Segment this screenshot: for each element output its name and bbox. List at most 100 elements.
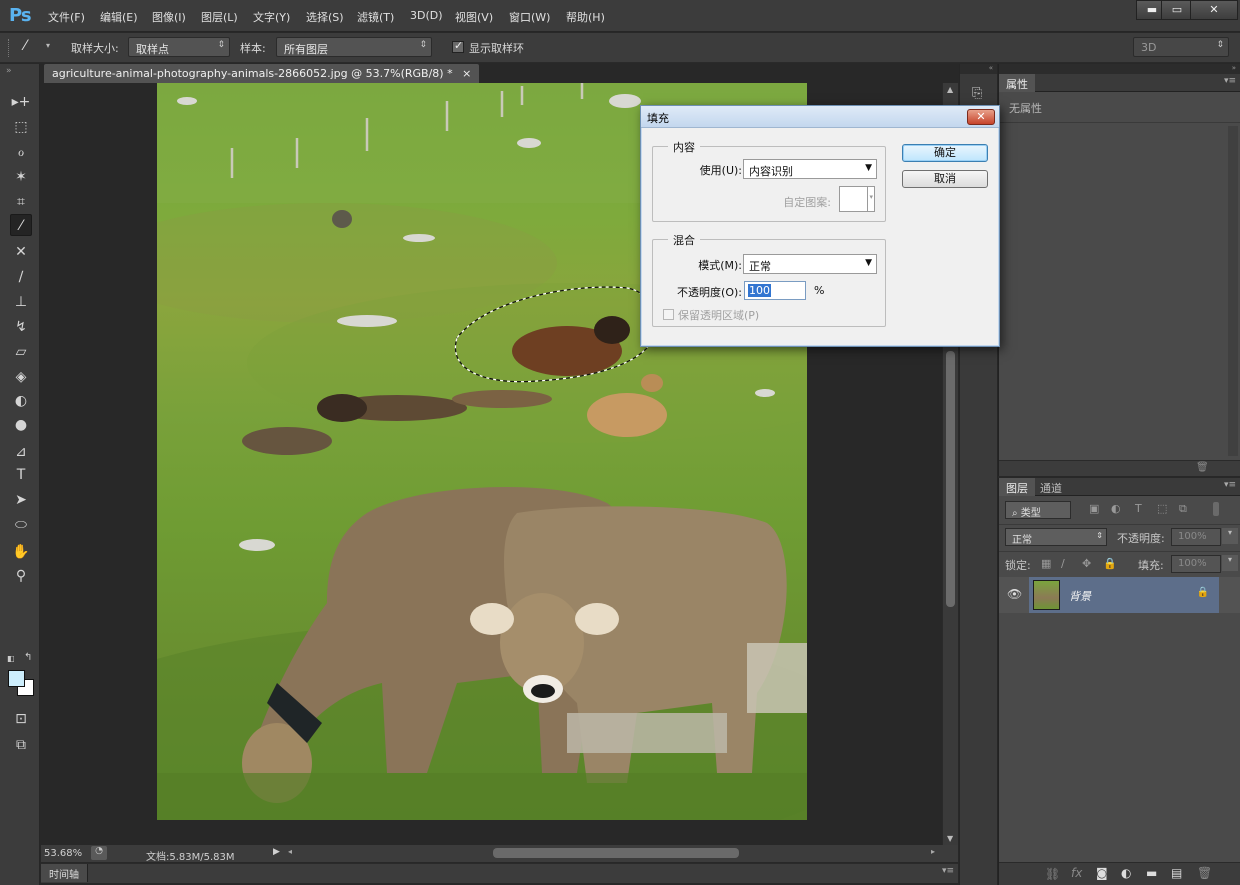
tab-layers[interactable]: 图层 bbox=[999, 478, 1035, 496]
healing-brush-tool-icon[interactable]: ✕ bbox=[10, 241, 32, 263]
dialog-close-button[interactable]: ✕ bbox=[967, 109, 995, 125]
menu-edit[interactable]: 编辑(E) bbox=[100, 9, 138, 25]
custom-pattern-picker[interactable]: ▾ bbox=[839, 186, 875, 212]
blur-tool-icon[interactable]: ◐ bbox=[10, 390, 32, 412]
default-colors-icon[interactable]: ◧ bbox=[7, 654, 15, 663]
eraser-tool-icon[interactable]: ▱ bbox=[10, 341, 32, 363]
screen-mode-icon[interactable]: ⧉ bbox=[10, 734, 32, 756]
maximize-button[interactable]: ▭ bbox=[1161, 0, 1193, 20]
menu-3d[interactable]: 3D(D) bbox=[410, 9, 443, 22]
magic-wand-tool-icon[interactable]: ✶ bbox=[10, 166, 32, 188]
trash-icon[interactable]: 🗑 bbox=[1196, 462, 1209, 473]
collapse-panels-icon[interactable]: » bbox=[999, 64, 1240, 74]
type-tool-icon[interactable]: T bbox=[10, 464, 32, 486]
status-menu-arrow-icon[interactable]: ▶ bbox=[273, 847, 280, 857]
menu-help[interactable]: 帮助(H) bbox=[566, 9, 605, 25]
link-layers-icon[interactable]: ⛓ bbox=[1045, 867, 1060, 881]
visibility-eye-icon[interactable]: 👁 bbox=[1007, 587, 1022, 601]
scroll-left-icon[interactable]: ◂ bbox=[288, 847, 292, 856]
timeline-tab[interactable]: 时间轴 bbox=[41, 864, 88, 882]
new-group-icon[interactable]: ▬ bbox=[1146, 866, 1157, 880]
preserve-transparency-checkbox[interactable] bbox=[663, 309, 674, 320]
lasso-tool-icon[interactable]: ℴ bbox=[10, 141, 32, 163]
new-layer-icon[interactable]: ▤ bbox=[1171, 866, 1182, 880]
tool-preset-chevron-icon[interactable]: ▾ bbox=[46, 41, 50, 50]
menu-file[interactable]: 文件(F) bbox=[48, 9, 85, 25]
sample-select[interactable]: 所有图层 ⇕ bbox=[276, 37, 432, 57]
marquee-tool-icon[interactable]: ⬚ bbox=[10, 116, 32, 138]
close-window-button[interactable]: ✕ bbox=[1190, 0, 1238, 20]
dialog-titlebar[interactable]: 填充 ✕ bbox=[641, 106, 999, 128]
smart-object-filter-icon[interactable]: ⧉ bbox=[1179, 502, 1187, 516]
move-tool-icon[interactable]: ▸+ bbox=[10, 91, 32, 113]
pen-tool-icon[interactable]: ⊿ bbox=[10, 441, 32, 463]
document-tab[interactable]: agriculture-animal-photography-animals-2… bbox=[44, 64, 480, 83]
add-mask-icon[interactable]: ◙ bbox=[1096, 866, 1108, 880]
horizontal-scroll-thumb[interactable] bbox=[493, 848, 739, 858]
hand-tool-icon[interactable]: ✋ bbox=[10, 541, 32, 563]
menu-image[interactable]: 图像(I) bbox=[152, 9, 186, 25]
chevron-down-icon[interactable]: ▾ bbox=[1222, 528, 1238, 544]
vertical-scroll-thumb[interactable] bbox=[946, 351, 955, 607]
layer-filter-select[interactable]: ⌕ 类型 bbox=[1005, 501, 1071, 519]
swap-colors-icon[interactable]: ↰ bbox=[24, 652, 32, 663]
ok-button[interactable]: 确定 bbox=[902, 144, 988, 162]
properties-scrollbar[interactable] bbox=[1228, 126, 1238, 456]
type-filter-icon[interactable]: T bbox=[1135, 502, 1142, 515]
tab-channels[interactable]: 通道 bbox=[1033, 478, 1069, 496]
lock-all-icon[interactable]: 🔒 bbox=[1103, 557, 1117, 570]
shape-filter-icon[interactable]: ⬚ bbox=[1157, 502, 1167, 515]
clone-stamp-tool-icon[interactable]: ⊥ bbox=[10, 291, 32, 313]
layer-fill-field[interactable]: 100% ▾ bbox=[1171, 555, 1238, 573]
quick-mask-icon[interactable]: ⊡ bbox=[10, 708, 32, 730]
opacity-input[interactable]: 100 bbox=[744, 281, 806, 300]
menu-filter[interactable]: 滤镜(T) bbox=[357, 9, 394, 25]
eyedropper-tool-icon[interactable]: ⁄ bbox=[10, 214, 32, 236]
adjustment-filter-icon[interactable]: ◐ bbox=[1111, 502, 1121, 515]
scroll-right-icon[interactable]: ▸ bbox=[931, 847, 935, 856]
fx-icon[interactable]: fx bbox=[1071, 866, 1082, 880]
adjustment-layer-icon[interactable]: ◐ bbox=[1121, 866, 1131, 880]
layer-row[interactable]: 👁 背景 🔒 bbox=[999, 577, 1240, 613]
menu-layer[interactable]: 图层(L) bbox=[201, 9, 238, 25]
dodge-tool-icon[interactable]: ● bbox=[10, 414, 32, 436]
filter-toggle-switch[interactable] bbox=[1213, 502, 1219, 516]
sample-size-select[interactable]: 取样点 ⇕ bbox=[128, 37, 230, 57]
close-tab-icon[interactable]: × bbox=[462, 67, 471, 80]
show-ring-checkbox[interactable] bbox=[452, 39, 464, 53]
menu-select[interactable]: 选择(S) bbox=[306, 9, 344, 25]
menu-view[interactable]: 视图(V) bbox=[455, 9, 493, 25]
use-select[interactable]: 内容识别 ▼ bbox=[743, 159, 877, 179]
scroll-up-icon[interactable]: ▲ bbox=[947, 85, 953, 94]
blend-mode-select[interactable]: 正常 ⇕ bbox=[1005, 528, 1107, 546]
scroll-down-icon[interactable]: ▼ bbox=[947, 834, 953, 843]
mode-select[interactable]: 正常 ▼ bbox=[743, 254, 877, 274]
ellipse-tool-icon[interactable]: ⬭ bbox=[10, 514, 32, 536]
collapse-toolbox-icon[interactable]: » bbox=[6, 66, 12, 76]
crop-tool-icon[interactable]: ⌗ bbox=[10, 191, 32, 213]
path-selection-tool-icon[interactable]: ➤ bbox=[10, 489, 32, 511]
tab-properties[interactable]: 属性 bbox=[999, 74, 1035, 92]
zoom-level[interactable]: 53.68% bbox=[44, 848, 82, 859]
expand-strip-icon[interactable]: « bbox=[960, 64, 997, 74]
trash-icon[interactable]: 🗑 bbox=[1197, 866, 1212, 880]
status-info-icon[interactable]: ◔ bbox=[91, 846, 107, 860]
menu-window[interactable]: 窗口(W) bbox=[509, 9, 550, 25]
timeline-menu-icon[interactable]: ▾≡ bbox=[942, 866, 954, 876]
paint-bucket-tool-icon[interactable]: ◈ bbox=[10, 366, 32, 388]
lock-position-icon[interactable]: ✥ bbox=[1082, 557, 1091, 570]
menu-type[interactable]: 文字(Y) bbox=[253, 9, 290, 25]
history-panel-icon[interactable]: ⎘ bbox=[972, 86, 982, 101]
layer-entry-selected[interactable]: 背景 🔒 bbox=[1029, 577, 1219, 613]
workspace-select[interactable]: 3D ⇕ bbox=[1133, 37, 1229, 57]
eyedropper-icon[interactable]: ⁄ bbox=[24, 38, 26, 54]
zoom-tool-icon[interactable]: ⚲ bbox=[10, 565, 32, 587]
properties-menu-icon[interactable]: ▾≡ bbox=[1224, 76, 1236, 86]
pixel-filter-icon[interactable]: ▣ bbox=[1089, 502, 1099, 515]
lock-image-icon[interactable]: ∕ bbox=[1061, 557, 1065, 570]
foreground-color-swatch[interactable] bbox=[8, 670, 25, 687]
history-brush-tool-icon[interactable]: ↯ bbox=[10, 316, 32, 338]
layers-menu-icon[interactable]: ▾≡ bbox=[1224, 480, 1236, 490]
brush-tool-icon[interactable]: ∕ bbox=[10, 266, 32, 288]
chevron-down-icon[interactable]: ▾ bbox=[1222, 555, 1238, 571]
